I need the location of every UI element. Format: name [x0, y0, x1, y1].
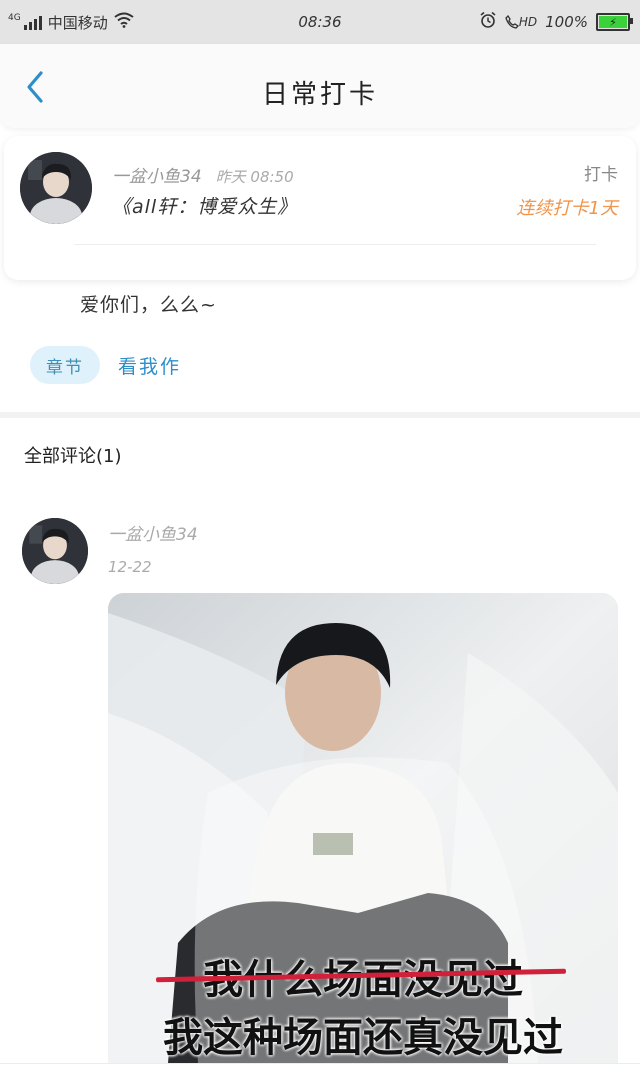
comments-header: 全部评论(1): [24, 446, 122, 467]
alarm-icon: [479, 11, 497, 33]
checkin-user: 一盆小鱼34 昨天 08:50: [112, 162, 294, 187]
bottom-bar: [0, 1063, 640, 1079]
meme-caption: 我这种场面还真没见过: [163, 1014, 563, 1061]
page: 4G 中国移动 08:36 HD 100% ⚡ 日常打卡 一盆小鱼34 昨天 0…: [0, 0, 640, 1079]
page-title: 日常打卡: [261, 80, 378, 110]
comment-username[interactable]: 一盆小鱼34: [108, 520, 198, 545]
battery-percent: 100%: [545, 13, 588, 31]
checkin-action-label: 打卡: [584, 165, 618, 185]
nav-bar: 日常打卡: [0, 44, 640, 128]
hd-label: HD: [518, 15, 538, 29]
section-divider: [0, 412, 640, 418]
hd-call-icon: HD: [505, 15, 537, 29]
comment-image[interactable]: 我什么场面没见过 我这种场面还真没见过: [108, 593, 618, 1063]
avatar[interactable]: [20, 152, 92, 224]
username[interactable]: 一盆小鱼34: [112, 167, 202, 187]
comment-date: 12-22: [108, 558, 152, 576]
chapter-tag: 章节: [30, 346, 100, 384]
checkin-card[interactable]: 一盆小鱼34 昨天 08:50 《all轩：博爱众生》 打卡 连续打卡1天: [4, 136, 636, 280]
status-right: HD 100% ⚡: [479, 11, 633, 33]
divider: [74, 244, 596, 245]
comment-avatar[interactable]: [22, 518, 88, 584]
battery-icon: ⚡: [596, 13, 633, 31]
book-title[interactable]: 《all轩：博爱众生》: [112, 192, 297, 219]
checkin-streak: 连续打卡1天: [516, 198, 618, 219]
checkin-time: 昨天 08:50: [215, 168, 294, 186]
chapter-link[interactable]: 看我作: [118, 352, 181, 379]
status-bar: 4G 中国移动 08:36 HD 100% ⚡: [0, 0, 640, 44]
post-content: 爱你们，么么~: [80, 294, 217, 316]
